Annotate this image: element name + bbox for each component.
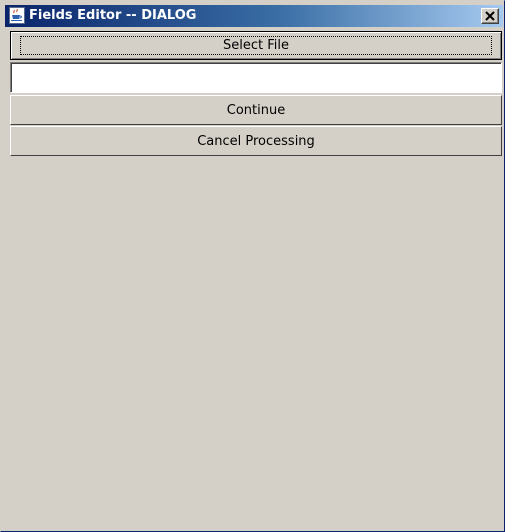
continue-button[interactable]: Continue	[10, 95, 502, 125]
dialog-content: Select File Continue Cancel Processing	[10, 31, 502, 156]
file-path-input[interactable]	[10, 62, 502, 93]
select-file-label: Select File	[20, 36, 492, 55]
title-bar[interactable]: Fields Editor -- DIALOG	[5, 5, 503, 27]
select-file-button[interactable]: Select File	[10, 31, 502, 60]
dialog-window: Fields Editor -- DIALOG Select File Cont…	[0, 0, 505, 532]
window-title: Fields Editor -- DIALOG	[29, 8, 197, 23]
cancel-processing-label: Cancel Processing	[197, 133, 315, 149]
cancel-processing-button[interactable]: Cancel Processing	[10, 126, 502, 156]
continue-label: Continue	[226, 102, 286, 118]
java-coffee-cup-icon[interactable]	[9, 7, 25, 24]
close-icon[interactable]	[481, 8, 499, 24]
